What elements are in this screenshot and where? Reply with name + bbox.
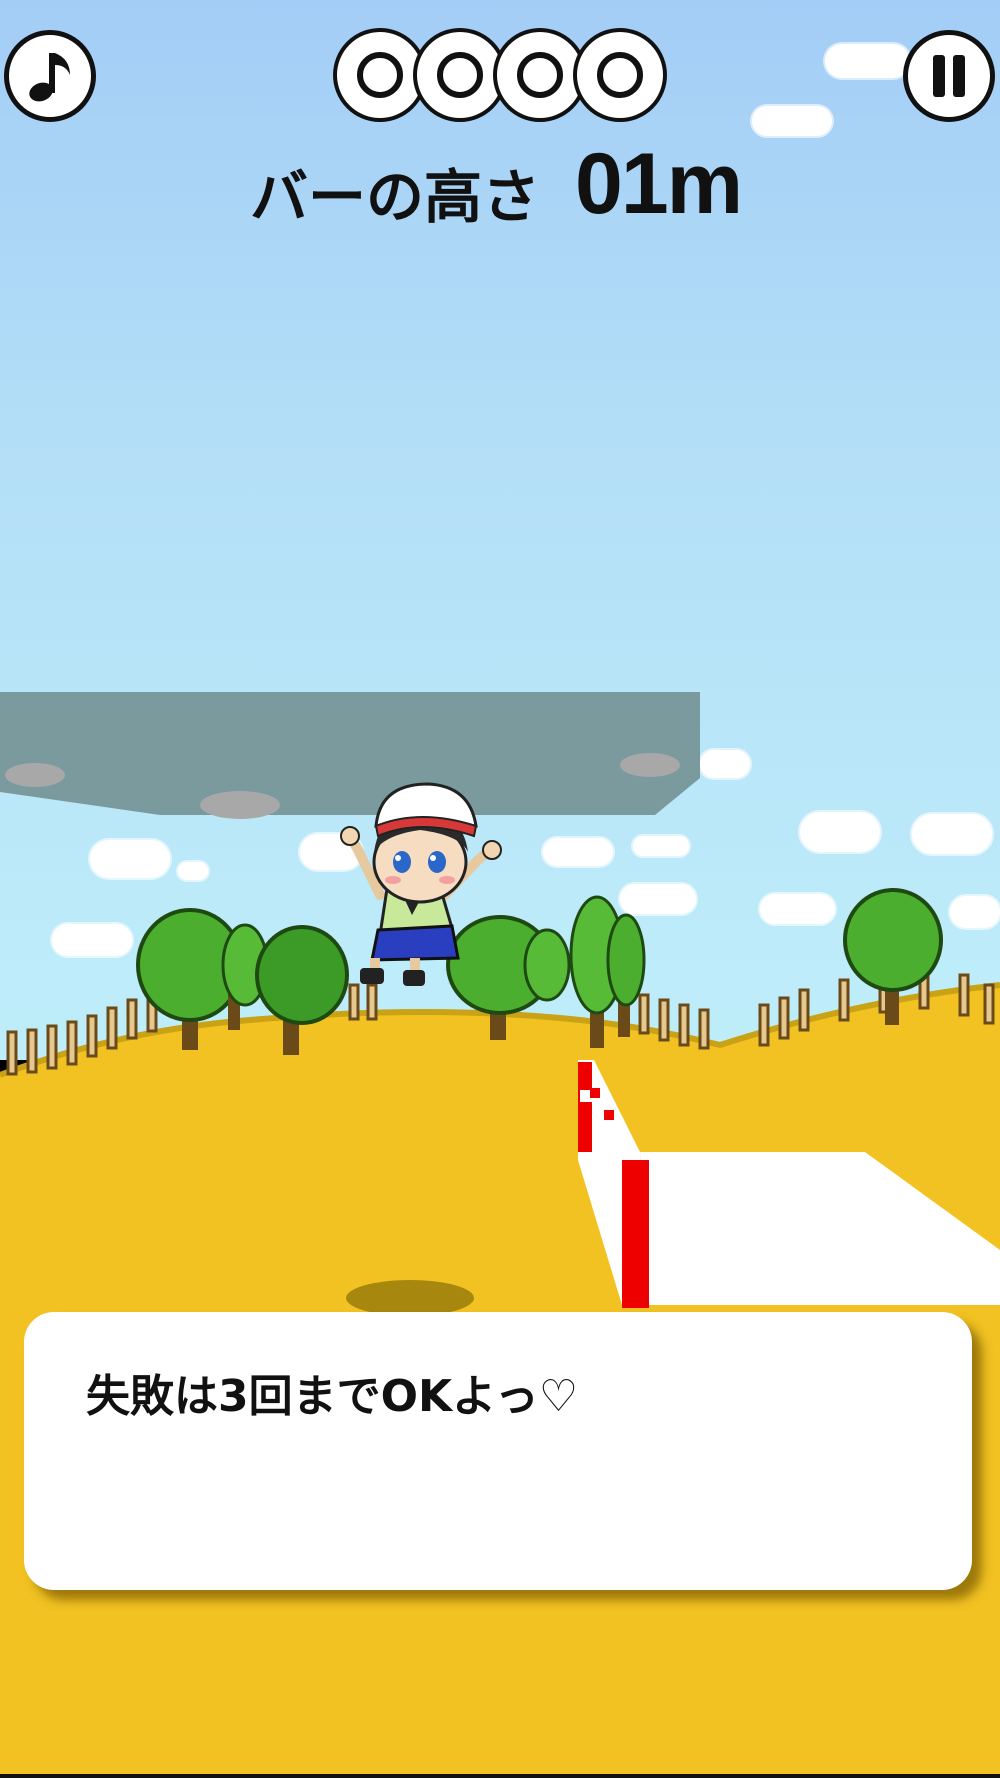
music-button[interactable] [4,30,96,122]
bar-height-value: 01m [575,136,743,232]
shadow-cloud [200,791,280,819]
ring-hole [357,52,403,98]
ring-hole [597,52,643,98]
pause-icon [933,55,965,97]
shadow-cloud [620,753,680,777]
message-box[interactable]: 失敗は3回までOKよっ♡ [24,1312,972,1590]
attempt-ring-icon [573,28,667,122]
bottom-edge [0,1774,1000,1778]
platform-shadow [0,692,700,815]
ring-hole [517,52,563,98]
attempts-indicator [333,28,667,122]
music-note-icon [29,53,70,102]
jumper-shadow [346,1280,474,1316]
pause-button[interactable] [903,30,995,122]
shadow-cloud [5,763,65,787]
bar-height-label: バーの高さ [250,163,541,231]
message-text: 失敗は3回までOKよっ♡ [86,1371,579,1422]
ring-hole [437,52,483,98]
game-screen[interactable]: バーの高さ 01m 失敗は3回までOKよっ♡ [0,0,1000,1778]
